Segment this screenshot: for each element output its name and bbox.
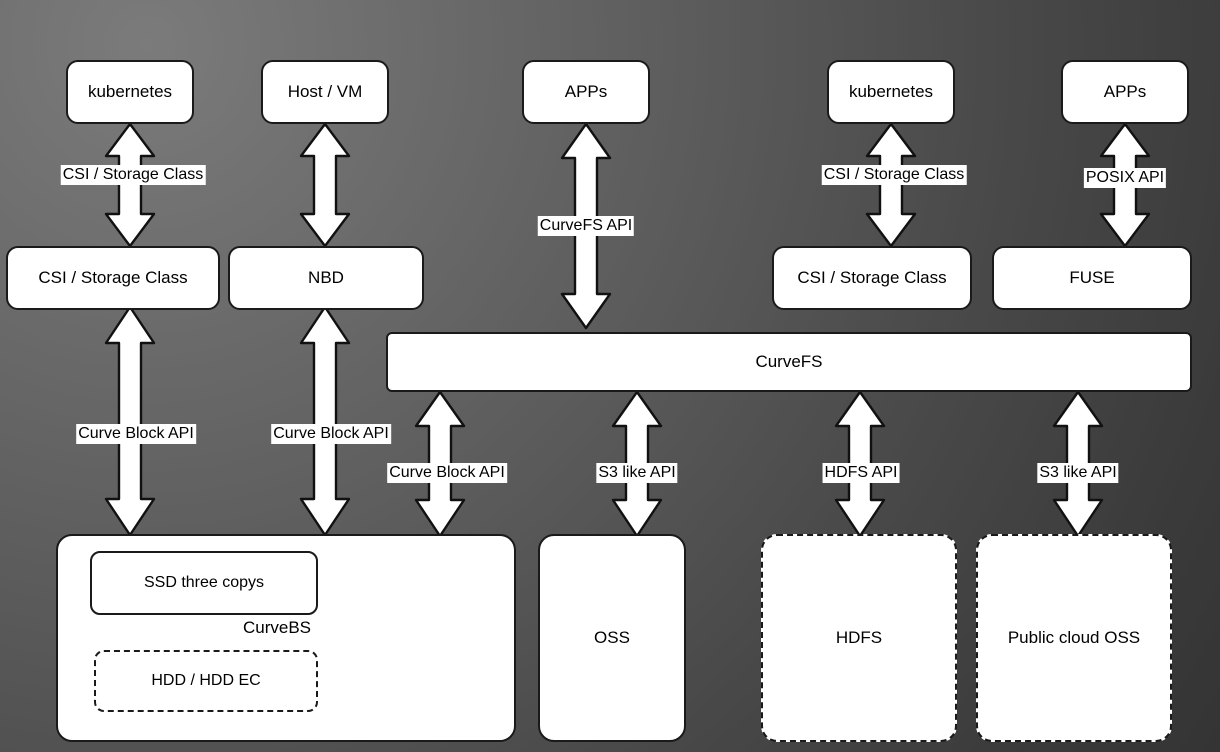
node-public-cloud-oss[interactable]: Public cloud OSS [976, 534, 1172, 742]
node-kubernetes-fs[interactable]: kubernetes [827, 60, 955, 124]
edge-label-curve-block-api-2: Curve Block API [271, 424, 391, 444]
node-label: HDD / HDD EC [151, 671, 261, 689]
node-label: CurveFS [755, 352, 823, 372]
node-label: Public cloud OSS [1007, 628, 1141, 648]
node-apps-curvefs[interactable]: APPs [522, 60, 650, 124]
edge-label-posix-api: POSIX API [1083, 168, 1167, 188]
arrow-hostvm-to-nbd [295, 122, 355, 248]
arrow-k8s-to-csi-fs [861, 122, 921, 248]
node-kubernetes-block[interactable]: kubernetes [66, 60, 194, 124]
node-label: kubernetes [848, 82, 934, 102]
node-host-vm[interactable]: Host / VM [261, 60, 389, 124]
node-label: Host / VM [287, 82, 363, 102]
edge-label-csi-storage-class-2: CSI / Storage Class [821, 165, 967, 185]
edge-label-csi-storage-class-1: CSI / Storage Class [60, 165, 206, 185]
node-hdd-hdd-ec[interactable]: HDD / HDD EC [94, 650, 318, 712]
edge-label-curvefs-api: CurveFS API [537, 216, 635, 236]
node-label: APPs [564, 82, 608, 102]
node-label: kubernetes [87, 82, 173, 102]
node-label: OSS [594, 628, 630, 648]
node-apps-posix[interactable]: APPs [1061, 60, 1189, 124]
node-label: CSI / Storage Class [38, 268, 188, 288]
node-label: FUSE [1069, 268, 1115, 288]
node-ssd-three-copys[interactable]: SSD three copys [90, 551, 318, 615]
edge-label-hdfs-api: HDFS API [822, 463, 900, 483]
edge-label-curve-block-api-1: Curve Block API [76, 424, 196, 444]
node-csi-storage-class-fs[interactable]: CSI / Storage Class [772, 246, 972, 310]
node-label: APPs [1103, 82, 1147, 102]
node-curvebs-label: CurveBS [243, 618, 312, 637]
edge-label-s3-like-api-1: S3 like API [596, 463, 678, 483]
node-label: HDFS [835, 628, 883, 648]
node-curvefs[interactable]: CurveFS [386, 332, 1192, 392]
edge-label-curve-block-api-3: Curve Block API [387, 463, 507, 483]
node-label: NBD [308, 268, 344, 288]
node-oss[interactable]: OSS [538, 534, 686, 742]
node-fuse[interactable]: FUSE [992, 246, 1192, 310]
node-hdfs[interactable]: HDFS [761, 534, 957, 742]
architecture-diagram-canvas: kubernetes Host / VM APPs kubernetes APP… [0, 0, 1220, 752]
node-csi-storage-class-block[interactable]: CSI / Storage Class [6, 246, 220, 310]
node-nbd[interactable]: NBD [228, 246, 424, 310]
arrow-csi-block-to-curvebs [100, 305, 160, 537]
node-label: CSI / Storage Class [797, 268, 947, 288]
arrow-k8s-to-csi-block [100, 122, 160, 248]
edge-label-s3-like-api-2: S3 like API [1037, 463, 1119, 483]
arrow-nbd-to-curvebs [295, 305, 355, 537]
node-label: SSD three copys [143, 573, 265, 591]
